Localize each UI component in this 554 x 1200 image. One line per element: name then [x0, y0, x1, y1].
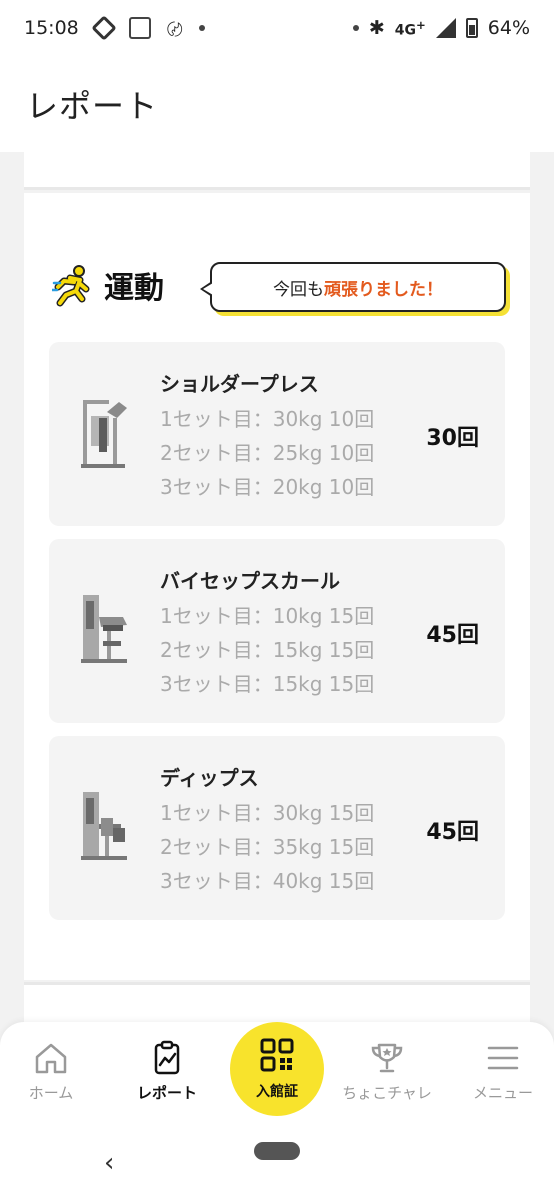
exercise-name: バイセップスカール — [160, 569, 340, 593]
exercise-total-reps: 45回 — [426, 820, 479, 845]
exercise-card-dips[interactable]: ディップス 1セット目：30kg 15回 2セット目：35kg 15回 3セット… — [49, 736, 505, 920]
biceps-curl-machine-image — [77, 591, 133, 669]
set-row: 1セット目：30kg 10回 — [160, 407, 375, 431]
nfc-on-icon: 〄 — [166, 20, 183, 39]
exercise-set-list: 1セット目：10kg 15回 2セット目：15kg 15回 3セット目：15kg… — [160, 599, 374, 701]
trophy-icon — [369, 1040, 405, 1076]
mosaic-app-icon — [128, 17, 151, 39]
nav-menu-label: メニュー — [472, 1084, 533, 1102]
signal-icon — [435, 18, 456, 38]
exercise-set-list: 1セット目：30kg 10回 2セット目：25kg 10回 3セット目：20kg… — [160, 402, 374, 504]
exercise-total-reps: 45回 — [426, 623, 479, 648]
nav-menu[interactable]: メニュー — [448, 1040, 554, 1116]
set-row: 3セット目：40kg 15回 — [160, 869, 375, 893]
nav-home-label: ホーム — [28, 1084, 74, 1102]
battery-percent: 64% — [487, 17, 530, 39]
running-person-icon — [50, 263, 92, 307]
bottom-navigation: ホーム レポート 入館証 ちょこチャレ メニュー — [0, 1022, 554, 1122]
previous-section-card — [24, 152, 530, 190]
set-row: 2セット目：15kg 15回 — [160, 638, 375, 662]
page-title: レポート — [26, 87, 159, 125]
bubble-text-prefix: 今回も — [273, 279, 324, 300]
nav-challenge-label: ちょこチャレ — [342, 1084, 432, 1102]
home-icon — [33, 1040, 69, 1076]
network-type: 4G+ — [394, 17, 426, 39]
status-dot-icon — [352, 25, 359, 31]
set-row: 2セット目：25kg 10回 — [160, 441, 375, 465]
bubble-text-accent: 頑張りました！ — [324, 279, 443, 300]
nav-report[interactable]: レポート — [112, 1040, 222, 1116]
battery-icon — [465, 18, 478, 38]
exercise-card-biceps-curl[interactable]: バイセップスカール 1セット目：10kg 15回 2セット目：15kg 15回 … — [49, 539, 505, 723]
exercise-section-header: 運動 — [50, 263, 164, 307]
hamburger-menu-icon — [485, 1040, 521, 1076]
nav-report-label: レポート — [136, 1084, 197, 1102]
bubble-tail — [200, 281, 213, 297]
exercise-name: ディップス — [160, 766, 259, 790]
status-time: 15:08 — [24, 17, 79, 39]
exercise-set-list: 1セット目：30kg 15回 2セット目：35kg 15回 3セット目：40kg… — [160, 796, 374, 898]
system-back-button[interactable]: ‹ — [104, 1148, 114, 1178]
exercise-name: ショルダープレス — [160, 372, 319, 396]
system-home-pill[interactable] — [254, 1142, 300, 1160]
status-bar: 15:08 〄 ✱ 4G+ 64% — [0, 0, 554, 56]
nav-challenge[interactable]: ちょこチャレ — [332, 1040, 442, 1116]
report-screen: 15:08 〄 ✱ 4G+ 64% レポート 運動 今回も 頑張りました！ ショ… — [0, 0, 554, 1200]
set-row: 3セット目：15kg 15回 — [160, 672, 375, 696]
app-header: レポート — [0, 56, 554, 152]
exercise-section-card: 運動 今回も 頑張りました！ ショルダープレス 1セット目：30kg 10回 2… — [24, 193, 530, 980]
network-plus: + — [415, 17, 426, 32]
shoulder-press-machine-image — [77, 394, 133, 472]
system-navigation-bar: ‹ — [0, 1122, 554, 1200]
nav-home[interactable]: ホーム — [0, 1040, 106, 1116]
exercise-card-shoulder-press[interactable]: ショルダープレス 1セット目：30kg 10回 2セット目：25kg 10回 3… — [49, 342, 505, 526]
checkin-label: 入館証 — [256, 1084, 298, 1100]
checkin-qr-button[interactable]: 入館証 — [230, 1022, 324, 1116]
exercise-total-reps: 30回 — [426, 426, 479, 451]
set-row: 3セット目：20kg 10回 — [160, 475, 375, 499]
set-row: 2セット目：35kg 15回 — [160, 835, 375, 859]
report-clipboard-icon — [149, 1040, 185, 1076]
set-row: 1セット目：10kg 15回 — [160, 604, 375, 628]
bluetooth-icon: ✱ — [368, 17, 385, 39]
set-row: 1セット目：30kg 15回 — [160, 801, 375, 825]
notification-dot-icon — [198, 25, 205, 31]
encouragement-bubble: 今回も 頑張りました！ — [200, 262, 506, 312]
qr-code-icon — [259, 1037, 295, 1077]
exercise-section-title: 運動 — [104, 271, 164, 306]
dips-machine-image — [77, 788, 133, 866]
diamond-notification-icon — [91, 15, 117, 41]
